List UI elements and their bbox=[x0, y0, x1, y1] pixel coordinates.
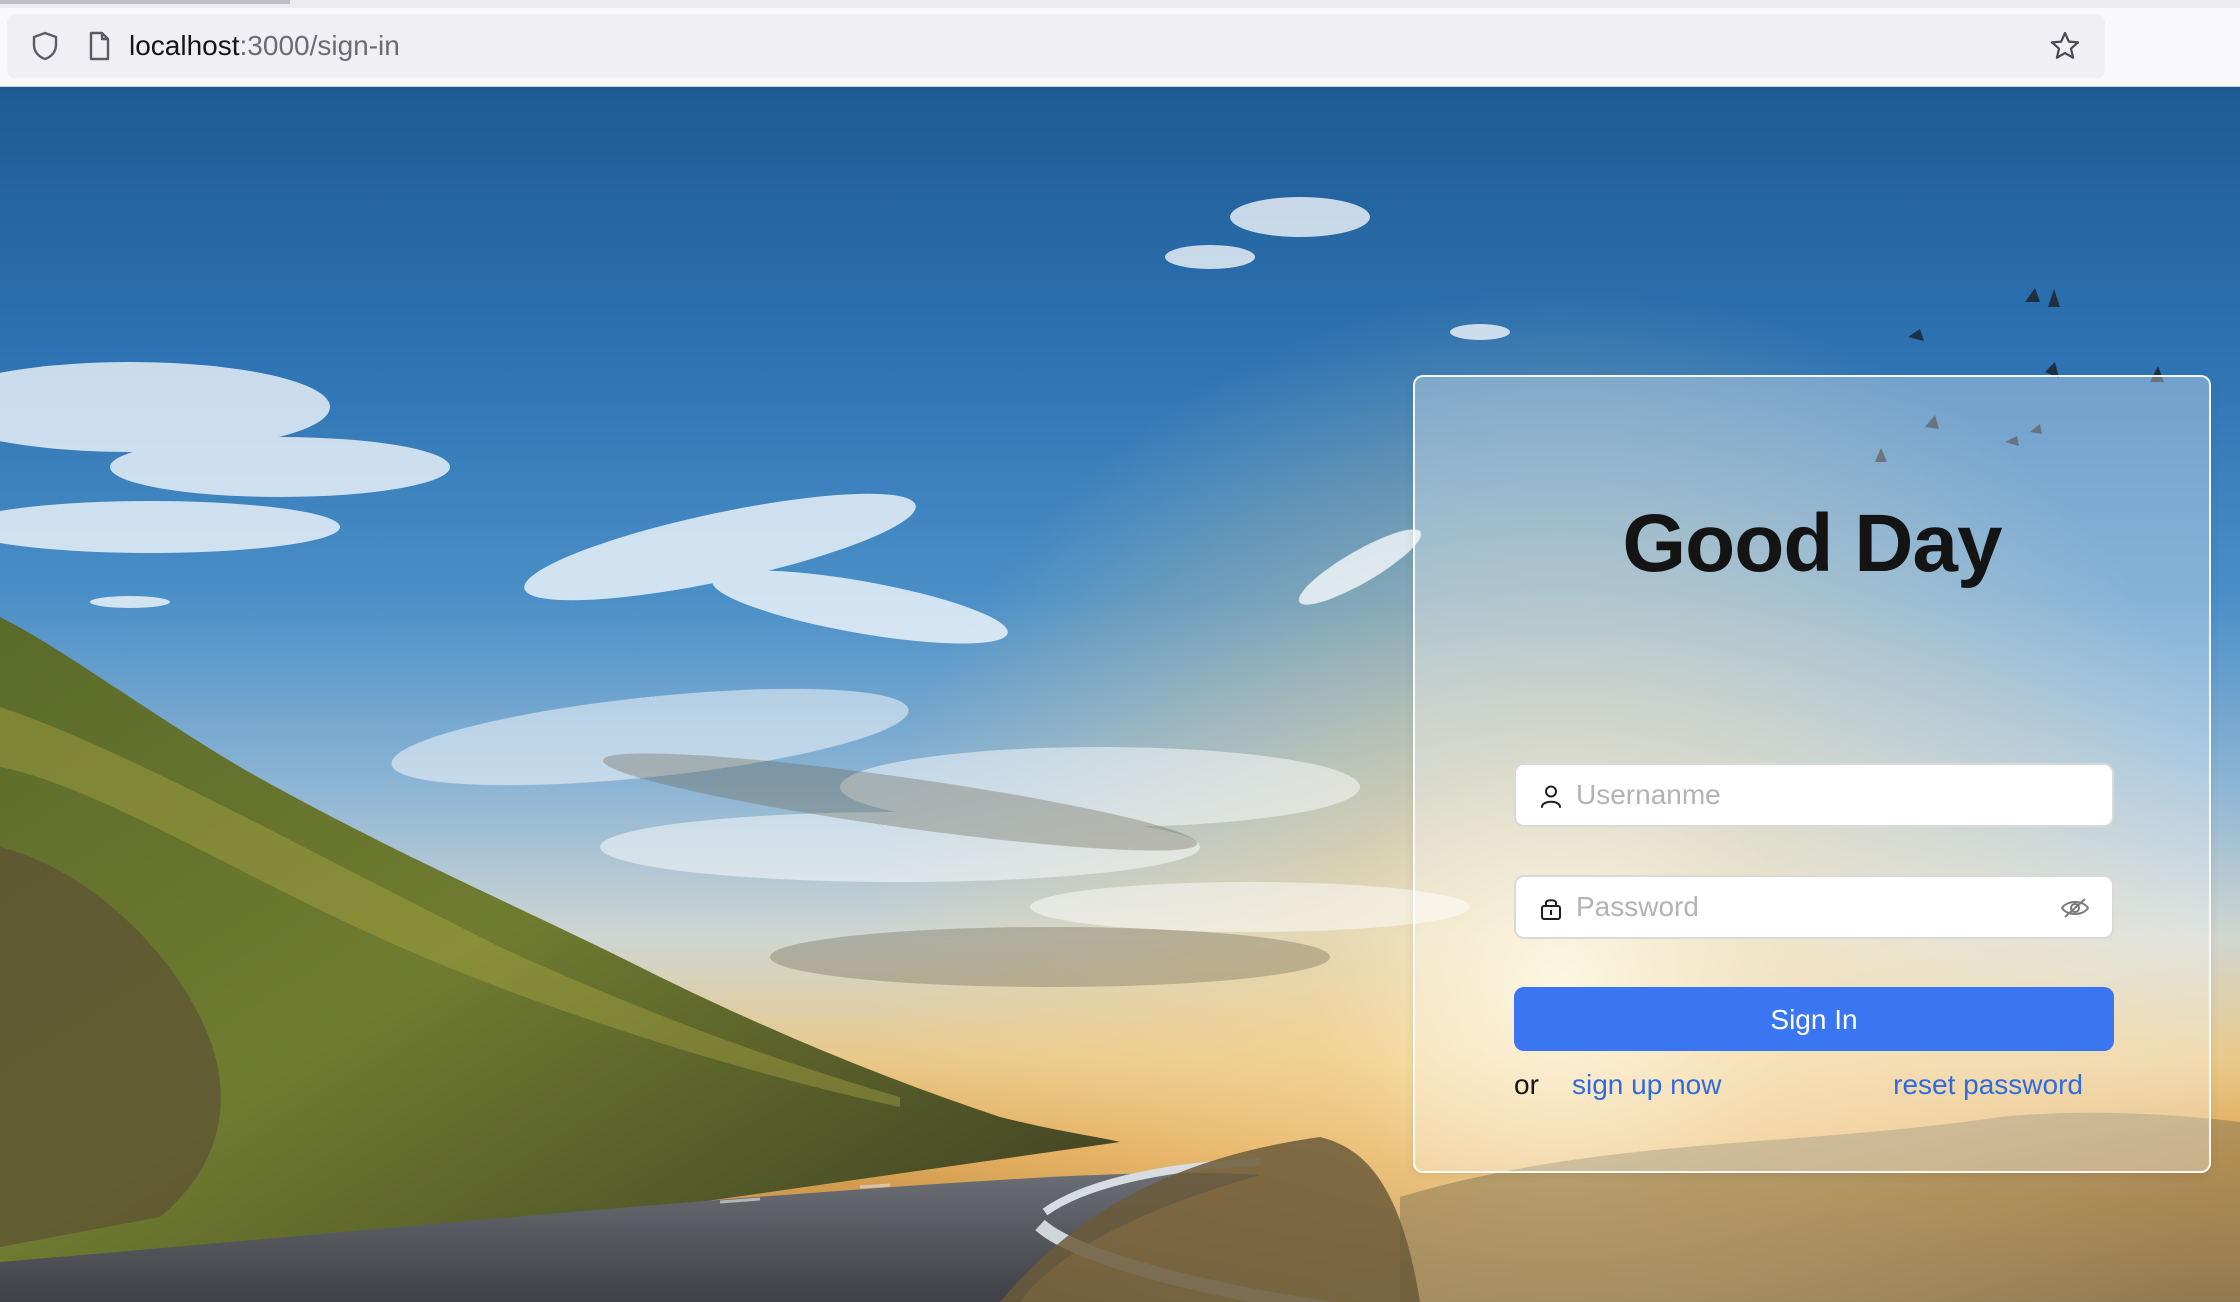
username-input[interactable] bbox=[1574, 771, 2054, 819]
shield-icon[interactable] bbox=[27, 28, 63, 64]
page-title: Good Day bbox=[1622, 498, 2002, 589]
url-host: localhost bbox=[129, 30, 240, 61]
password-input[interactable] bbox=[1574, 883, 2054, 931]
url-text[interactable]: localhost:3000/sign-in bbox=[129, 28, 400, 64]
eye-invisible-icon[interactable] bbox=[2060, 895, 2090, 921]
star-icon[interactable] bbox=[2047, 28, 2083, 64]
reset-password-link[interactable]: reset password bbox=[1893, 1065, 2083, 1105]
browser-toolbar: localhost:3000/sign-in bbox=[0, 0, 2240, 87]
password-field[interactable] bbox=[1514, 875, 2114, 939]
username-field[interactable] bbox=[1514, 763, 2114, 827]
address-bar[interactable]: localhost:3000/sign-in bbox=[7, 14, 2105, 78]
url-path: :3000/sign-in bbox=[239, 30, 400, 61]
or-label: or bbox=[1514, 1069, 1539, 1100]
signin-card: Good Day Sign In or sign up now reset pa… bbox=[1413, 375, 2211, 1173]
active-tab-indicator bbox=[0, 0, 290, 4]
signup-link[interactable]: sign up now bbox=[1572, 1065, 1721, 1105]
auth-links: or sign up now reset password bbox=[1514, 1065, 2114, 1105]
signin-button[interactable]: Sign In bbox=[1514, 987, 2114, 1051]
tab-strip bbox=[0, 0, 2240, 8]
lock-icon bbox=[1541, 899, 1561, 920]
page-icon[interactable] bbox=[81, 28, 117, 64]
user-icon bbox=[1541, 785, 1561, 808]
